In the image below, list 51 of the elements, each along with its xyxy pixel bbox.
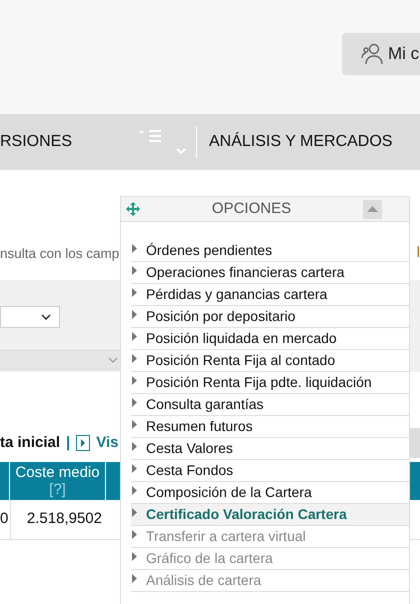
triangle-icon — [132, 288, 137, 297]
nav-item[interactable]: RSIONES — [0, 130, 140, 154]
triangle-icon — [132, 530, 137, 539]
triangle-icon — [132, 442, 137, 451]
select-field[interactable] — [0, 350, 120, 370]
select-field[interactable] — [0, 306, 60, 328]
chevron-icon — [108, 357, 118, 363]
chevron-icon — [41, 314, 51, 320]
menu-item[interactable]: Consulta garantías — [146, 394, 264, 415]
person-icon — [360, 42, 384, 66]
account-button[interactable]: Mi c — [342, 33, 420, 75]
play-icon — [76, 434, 90, 451]
view-link[interactable]: Vis — [96, 432, 118, 454]
table-cell-text: 0 — [0, 509, 8, 530]
menu-item[interactable]: Posición por depositario — [146, 306, 296, 327]
menu-item[interactable]: Pérdidas y ganancias cartera — [146, 284, 328, 305]
triangle-icon — [132, 508, 137, 517]
intro-text: l — [416, 242, 420, 262]
column-header: Coste medio [?] — [14, 464, 101, 498]
menu-item[interactable]: Cesta Fondos — [146, 460, 234, 481]
triangle-icon — [132, 574, 137, 583]
menu-item[interactable]: Órdenes pendientes — [146, 240, 272, 261]
triangle-icon — [132, 552, 137, 561]
triangle-icon — [132, 354, 137, 363]
triangle-icon — [132, 310, 137, 319]
intro-text: nsulta con los camp — [0, 244, 120, 263]
separator-text: | — [66, 432, 70, 452]
menu-item[interactable]: Composición de la Cartera — [146, 482, 312, 503]
triangle-icon — [132, 486, 137, 495]
nav-item[interactable]: ANÁLISIS Y MERCADOS — [209, 130, 392, 154]
move-icon[interactable] — [126, 202, 140, 216]
triangle-icon — [132, 332, 137, 341]
menu-item[interactable]: Cesta Valores — [146, 438, 233, 459]
collapse-button[interactable] — [363, 200, 382, 218]
up-arrow-icon — [367, 206, 378, 212]
table-header-cell — [410, 462, 420, 500]
triangle-icon — [132, 464, 137, 473]
menu-icon[interactable] — [140, 127, 186, 157]
menu-item[interactable]: Resumen futuros — [146, 416, 253, 437]
menu-item[interactable]: Posición Renta Fija pdte. liquidación — [146, 372, 372, 393]
triangle-icon — [132, 398, 137, 407]
menu-item[interactable]: Posición liquidada en mercado — [146, 328, 337, 349]
triangle-icon — [132, 376, 137, 385]
popup-title: OPCIONES — [212, 198, 292, 219]
menu-item[interactable]: Operaciones financieras cartera — [146, 262, 344, 283]
triangle-icon — [132, 244, 137, 253]
triangle-icon — [132, 420, 137, 429]
menu-item[interactable]: Posición Renta Fija al contado — [146, 350, 336, 371]
table-cell-text: 2.518,9502 — [26, 509, 102, 530]
link-text[interactable]: ta inicial — [0, 432, 60, 454]
triangle-icon — [132, 266, 137, 275]
